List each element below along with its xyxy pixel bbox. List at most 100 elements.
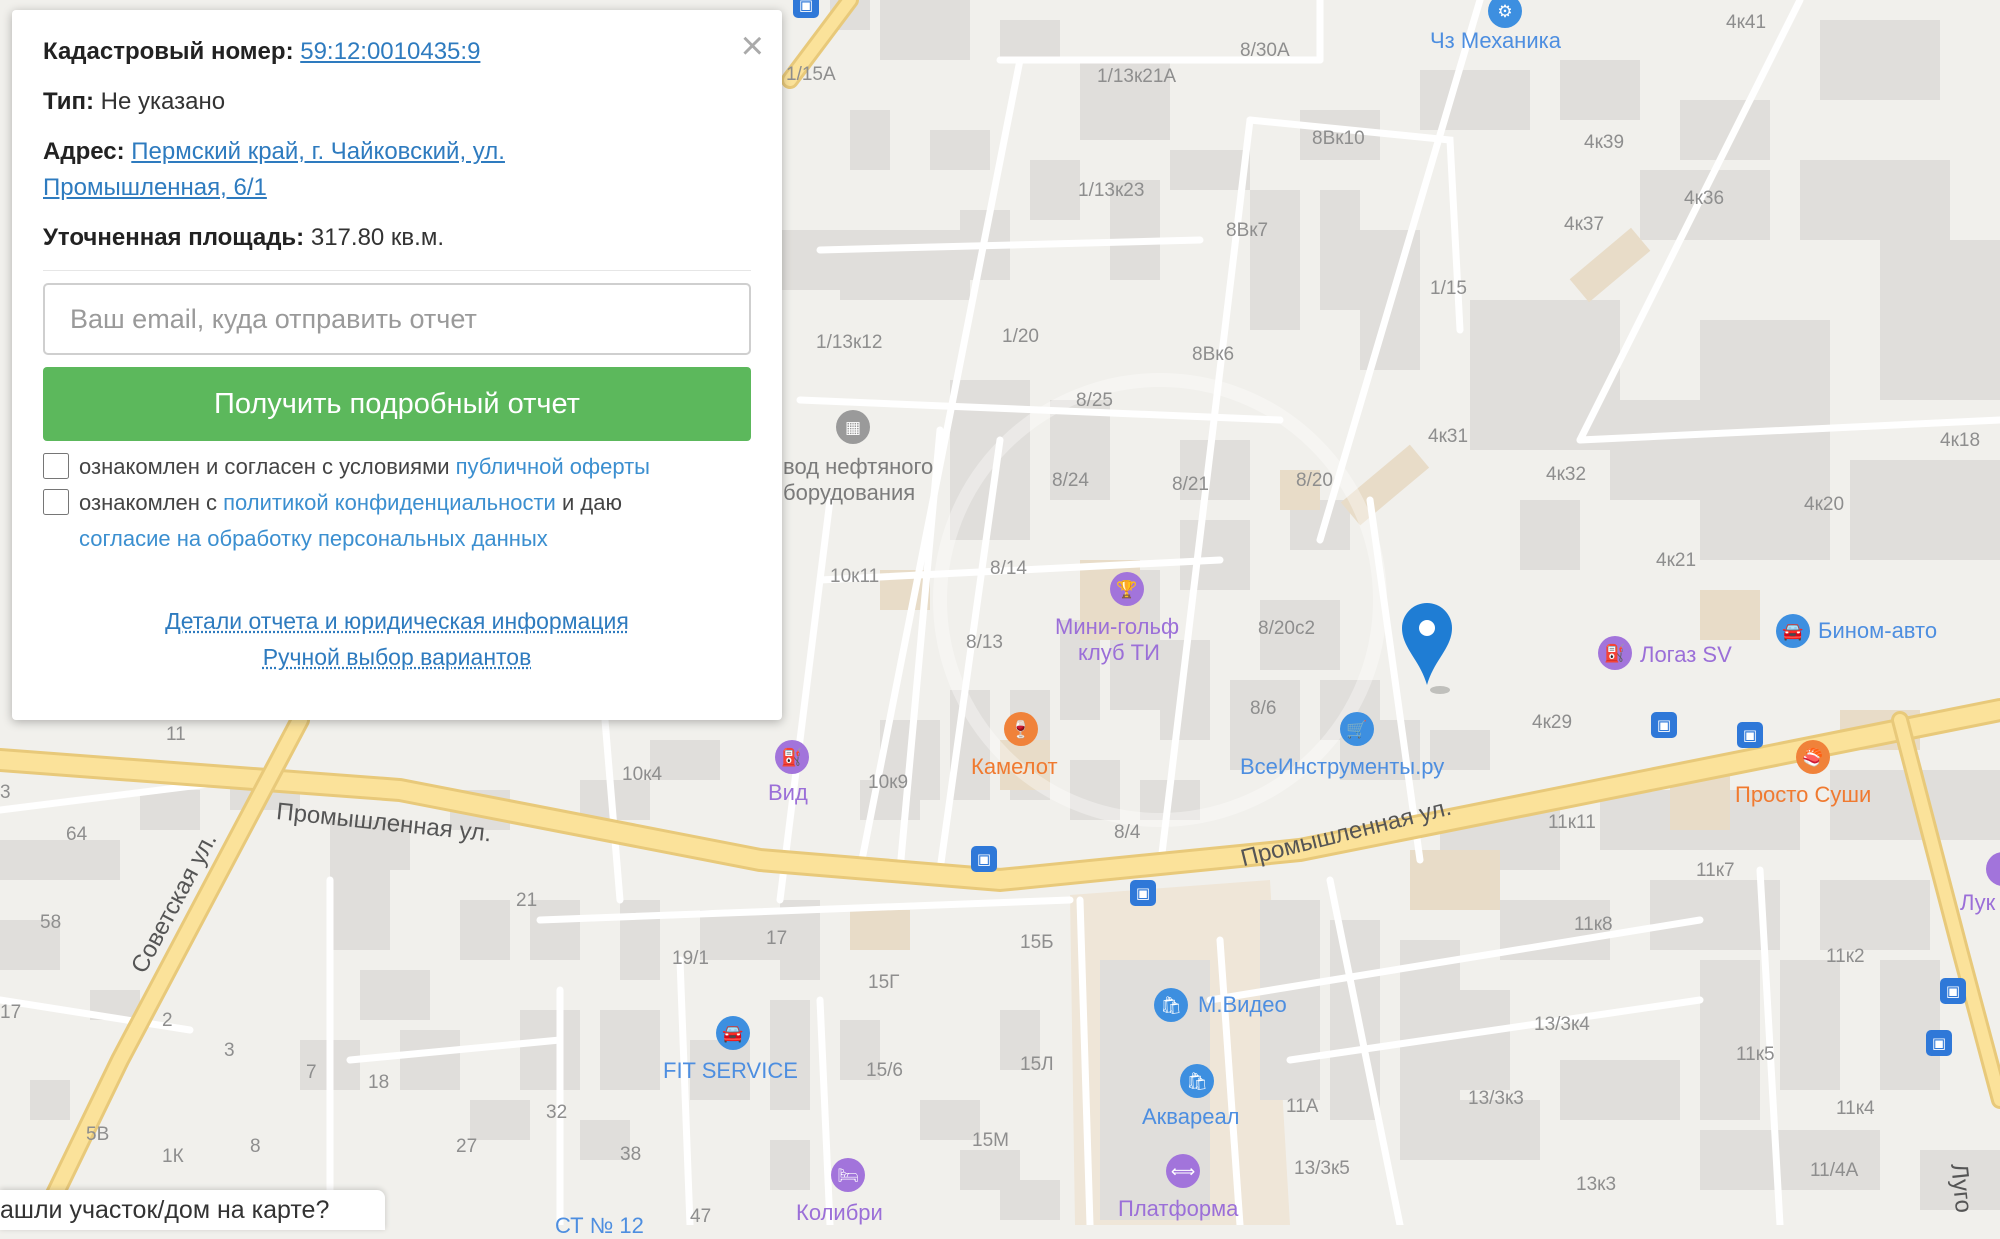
house-number: 8/4 bbox=[1114, 822, 1141, 843]
poi-platforma-icon[interactable]: ⟺ bbox=[1166, 1154, 1200, 1188]
privacy-policy-link[interactable]: политикой конфиденциальности bbox=[223, 490, 556, 515]
poi-binom-icon[interactable]: 🚘 bbox=[1776, 614, 1810, 648]
poi-vseinstr-label[interactable]: ВсеИнструменты.ру bbox=[1240, 754, 1444, 780]
poi-vseinstr-icon[interactable]: 🛒 bbox=[1340, 712, 1374, 746]
house-number: 11к11 bbox=[1548, 812, 1596, 833]
poi-kamelot-icon[interactable]: 🍷 bbox=[1004, 712, 1038, 746]
bus-stop-icon[interactable]: ▣ bbox=[1926, 1030, 1952, 1056]
poi-vid-icon[interactable]: ⛽ bbox=[775, 740, 809, 774]
house-number: 8/14 bbox=[990, 558, 1027, 579]
privacy-consent-text: ознакомлен с политикой конфиденциальност… bbox=[79, 485, 622, 557]
offer-consent-checkbox-row[interactable]: ознакомлен и согласен с условиями публич… bbox=[43, 449, 751, 485]
poi-akvareal-icon[interactable]: 🛍 bbox=[1180, 1064, 1214, 1098]
house-number: 8/30А bbox=[1240, 40, 1290, 61]
poi-kolibri-label[interactable]: Колибри bbox=[796, 1200, 883, 1226]
house-number: 11/4А bbox=[1810, 1160, 1859, 1181]
house-number: 13/3к5 bbox=[1294, 1158, 1350, 1179]
house-number: 8 bbox=[250, 1136, 261, 1157]
house-number: 58 bbox=[40, 912, 62, 933]
poi-luk-label[interactable]: Лук bbox=[1960, 890, 1995, 916]
found-plot-tab[interactable]: ашли участок/дом на карте? bbox=[0, 1190, 385, 1230]
divider bbox=[43, 270, 751, 271]
house-number: 8/24 bbox=[1052, 470, 1089, 491]
privacy-consent-prefix: ознакомлен с bbox=[79, 490, 224, 515]
house-number: 1/13к21А bbox=[1097, 66, 1177, 87]
offer-consent-prefix: ознакомлен и согласен с условиями bbox=[79, 454, 456, 479]
get-report-button[interactable]: Получить подробный отчет bbox=[43, 367, 751, 441]
offer-consent-checkbox[interactable] bbox=[43, 453, 69, 479]
poi-minigolf-label-2[interactable]: клуб ТИ bbox=[1078, 640, 1160, 666]
poi-minigolf-icon[interactable]: 🏆 bbox=[1110, 572, 1144, 606]
house-number: 10к11 bbox=[830, 566, 880, 587]
house-number: 15М bbox=[972, 1130, 1009, 1151]
address-link[interactable]: Пермский край, г. Чайковский, ул. bbox=[131, 138, 505, 165]
house-number: 13/3к4 bbox=[1534, 1014, 1590, 1035]
close-icon[interactable]: × bbox=[741, 26, 764, 66]
address-link-line-2[interactable]: Промышленная, 6/1 bbox=[43, 174, 267, 201]
house-number: 11 bbox=[166, 724, 186, 745]
poi-zavod-label-2[interactable]: борудования bbox=[783, 480, 915, 506]
house-number: 4к36 bbox=[1684, 188, 1725, 209]
bus-stop-icon[interactable]: ▣ bbox=[793, 0, 819, 18]
manual-selection-link[interactable]: Ручной выбор вариантов bbox=[43, 639, 751, 675]
house-number: 11к5 bbox=[1736, 1044, 1775, 1065]
cadastral-number-link[interactable]: 59:12:0010435:9 bbox=[300, 38, 480, 65]
poi-prostosushi-icon[interactable]: 🍣 bbox=[1796, 740, 1830, 774]
bus-stop-icon[interactable]: ▣ bbox=[1130, 880, 1156, 906]
house-number: 17 bbox=[0, 1002, 22, 1023]
privacy-consent-checkbox[interactable] bbox=[43, 489, 69, 515]
house-number: 10к9 bbox=[868, 772, 909, 793]
personal-data-consent-link[interactable]: согласие на обработку персональных данны… bbox=[79, 526, 548, 551]
house-number: 64 bbox=[66, 824, 88, 845]
poi-kolibri-icon[interactable]: 🛏 bbox=[831, 1158, 865, 1192]
house-number: 1/15А bbox=[786, 64, 836, 85]
offer-consent-text: ознакомлен и согласен с условиями публич… bbox=[79, 449, 650, 485]
house-number: 4к18 bbox=[1940, 430, 1981, 451]
poi-platforma-label[interactable]: Платформа bbox=[1118, 1196, 1238, 1222]
address-row: Адрес: Пермский край, г. Чайковский, ул.… bbox=[43, 134, 751, 206]
area-label: Уточненная площадь: bbox=[43, 224, 305, 251]
house-number: 27 bbox=[456, 1136, 478, 1157]
cadastral-number-row: Кадастровый номер: 59:12:0010435:9 bbox=[43, 34, 751, 70]
poi-binom-label[interactable]: Бином-авто bbox=[1818, 618, 1937, 644]
poi-mechanika-label[interactable]: Чз Механика bbox=[1430, 28, 1561, 54]
poi-mvideo-label[interactable]: М.Видео bbox=[1198, 992, 1287, 1018]
privacy-consent-middle: и даю bbox=[555, 490, 622, 515]
bus-stop-icon[interactable]: ▣ bbox=[1651, 712, 1677, 738]
bus-stop-icon[interactable]: ▣ bbox=[971, 846, 997, 872]
house-number: 4к20 bbox=[1804, 494, 1845, 515]
house-number: 13/3к3 bbox=[1468, 1088, 1524, 1109]
house-number: 11к4 bbox=[1836, 1098, 1875, 1119]
house-number: 8/20 bbox=[1296, 470, 1333, 491]
poi-kamelot-label[interactable]: Камелот bbox=[971, 754, 1058, 780]
house-number: 19/1 bbox=[672, 948, 709, 969]
poi-logaz-label[interactable]: Логаз SV bbox=[1640, 642, 1732, 668]
poi-mvideo-icon[interactable]: 🛍 bbox=[1154, 988, 1188, 1022]
privacy-consent-checkbox-row[interactable]: ознакомлен с политикой конфиденциальност… bbox=[43, 485, 751, 557]
poi-zavod-label[interactable]: вод нефтяного bbox=[783, 454, 933, 480]
house-number: 1/15 bbox=[1430, 278, 1467, 299]
poi-prostosushi-label[interactable]: Просто Суши bbox=[1735, 782, 1871, 808]
house-number: 4к32 bbox=[1546, 464, 1587, 485]
poi-akvareal-label[interactable]: Аквареал bbox=[1142, 1104, 1240, 1130]
bus-stop-icon[interactable]: ▣ bbox=[1737, 722, 1763, 748]
house-number: 1К bbox=[162, 1146, 184, 1167]
poi-vid-label[interactable]: Вид bbox=[768, 780, 808, 806]
house-number: 11А bbox=[1286, 1096, 1319, 1117]
house-number: 1/13к23 bbox=[1078, 180, 1145, 201]
street-label-lugovaya: Луго bbox=[1945, 1162, 1978, 1215]
poi-logaz-icon[interactable]: ⛽ bbox=[1598, 636, 1632, 670]
poi-zavod-icon[interactable]: ▦ bbox=[836, 410, 870, 444]
email-input[interactable] bbox=[43, 283, 751, 355]
house-number: 8Вк6 bbox=[1192, 344, 1235, 365]
public-offer-link[interactable]: публичной оферты bbox=[456, 454, 650, 479]
poi-st-label[interactable]: СТ № 12 bbox=[555, 1213, 644, 1239]
poi-minigolf-label[interactable]: Мини-гольф bbox=[1055, 614, 1179, 640]
poi-fitservice-icon[interactable]: 🚘 bbox=[716, 1016, 750, 1050]
house-number: 10к4 bbox=[622, 764, 663, 785]
area-row: Уточненная площадь: 317.80 кв.м. bbox=[43, 220, 751, 256]
report-details-link[interactable]: Детали отчета и юридическая информация bbox=[43, 603, 751, 639]
type-value: Не указано bbox=[100, 88, 226, 115]
poi-fitservice-label[interactable]: FIT SERVICE bbox=[663, 1058, 798, 1084]
bus-stop-icon[interactable]: ▣ bbox=[1940, 978, 1966, 1004]
